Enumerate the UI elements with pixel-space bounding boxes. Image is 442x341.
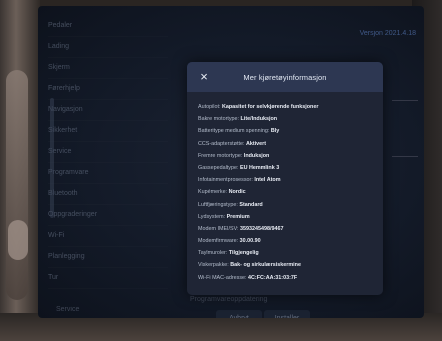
info-row-rear-motor: Bakre motortype: Lite/Induksjon <box>198 113 375 125</box>
info-row-cabin: Kupémerke: Nordic <box>198 186 375 198</box>
vehicle-info-dialog: × Mer kjøretøyinformasjon Autopilot: Kap… <box>187 62 383 295</box>
menu-item[interactable]: Førerhjelp <box>48 79 168 100</box>
info-list: Autopilot: Kapasitet for selvkjørende fu… <box>187 92 383 284</box>
info-value: Lite/Induksjon <box>240 116 278 123</box>
menu-item[interactable]: Tur <box>48 268 168 289</box>
menu-item[interactable]: Oppgraderinger <box>48 205 168 226</box>
info-key: Infotainmentprosessor: <box>198 177 253 184</box>
info-row-pedal: Gassepedaltype: EU Hemmlink 3 <box>198 162 375 174</box>
info-key: Gassepedaltype: <box>198 164 239 171</box>
info-row-wiper: Viskerpakke: Bak- og sirkulærsiskermine <box>198 259 375 271</box>
info-row-battery: Batteritype medium spenning: Bly <box>198 125 375 137</box>
info-value: Intel Atom <box>254 177 281 184</box>
info-key: CCS-adapterstøtte: <box>198 140 245 147</box>
software-version-link[interactable]: Versjon 2021.4.18 <box>360 30 416 37</box>
service-label: Service <box>56 306 80 313</box>
door-trim <box>0 0 40 341</box>
info-value: Kapasitet for selvkjørende funksjoner <box>221 104 319 110</box>
info-value: EU Hemmlink 3 <box>239 164 280 171</box>
info-key: Luftfjæringstype: <box>198 201 238 208</box>
divider <box>392 156 418 157</box>
info-key: Lydsystem: <box>198 213 226 220</box>
info-row-audio: Lydsystem: Premium <box>198 211 375 223</box>
info-row-ccs: CCS-adapterstøtte: Aktivert <box>198 138 375 150</box>
dialog-title: Mer kjøretøyinformasjon <box>243 72 327 82</box>
menu-item[interactable]: Planlegging <box>48 247 168 268</box>
menu-item[interactable]: Wi-Fi <box>48 226 168 247</box>
info-key: Modem IMEI/SV: <box>198 225 239 232</box>
info-row-suspension: Luftfjæringstype: Standard <box>198 199 375 211</box>
door-trim-panel <box>6 70 28 300</box>
menu-item[interactable]: Bluetooth <box>48 184 168 205</box>
menu-item[interactable]: Programvare <box>48 163 168 184</box>
info-row-modem-imei: Modem IMEI/SV: 3593245498/9467 <box>198 223 375 235</box>
info-value: 3593245498/9467 <box>240 225 284 232</box>
scroll-indicator <box>50 98 54 218</box>
menu-item[interactable]: Pedaler <box>48 16 168 37</box>
info-row-features: Taylmuroler: Tilgjengelig <box>198 247 375 259</box>
menu-item[interactable]: Sikkerhet <box>48 121 168 142</box>
info-row-modem-firmware: Modemfirmware: 30.00.90 <box>198 235 375 247</box>
settings-menu: Pedaler Lading Skjerm Førerhjelp Navigas… <box>48 16 168 289</box>
info-value: 4C:FC:AA:31:03:7F <box>248 274 298 281</box>
info-key: Viskerpakke: <box>198 262 229 269</box>
info-value: 30.00.90 <box>239 238 261 245</box>
info-row-processor: Infotainmentprosessor: Intel Atom <box>198 174 375 186</box>
info-row-wifi-mac: Wi-Fi MAC-adresse: 4C:FC:AA:31:03:7F <box>198 272 375 284</box>
info-row-autopilot: Autopilot: Kapasitet for selvkjørende fu… <box>198 101 375 113</box>
info-key: Taylmuroler: <box>198 250 228 257</box>
touchscreen: Pedaler Lading Skjerm Førerhjelp Navigas… <box>38 6 424 318</box>
info-value: Aktivert <box>245 140 267 147</box>
info-value: Premium <box>226 213 250 220</box>
info-value: Induksjon <box>243 152 270 159</box>
info-key: Bakre motortype: <box>198 116 240 123</box>
info-value: Standard <box>239 201 263 208</box>
software-update-label: Programvareoppdatering <box>190 296 268 303</box>
dialog-header: × Mer kjøretøyinformasjon <box>187 62 383 92</box>
door-handle <box>8 220 28 260</box>
menu-item[interactable]: Skjerm <box>48 58 168 79</box>
info-key: Fremre motortype: <box>198 152 243 159</box>
menu-item[interactable]: Service <box>48 142 168 163</box>
info-value: Nordic <box>228 189 246 196</box>
info-key: Kupémerke: <box>198 189 228 196</box>
info-key: Wi-Fi MAC-adresse: <box>198 274 247 281</box>
close-icon[interactable]: × <box>196 69 212 85</box>
menu-item[interactable]: Lading <box>48 37 168 58</box>
divider <box>392 100 418 101</box>
info-row-front-motor: Fremre motortype: Induksjon <box>198 150 375 162</box>
info-value: Bly <box>270 128 280 135</box>
info-key: Modemfirmware: <box>198 238 239 245</box>
install-button[interactable]: Installer <box>264 310 310 318</box>
info-value: Tilgjengelig <box>228 250 259 257</box>
info-value: Bak- og sirkulærsiskermine <box>230 262 301 269</box>
menu-item[interactable]: Navigasjon <box>48 100 168 121</box>
cancel-button[interactable]: Avbryt <box>216 310 262 318</box>
info-key: Autopilot: <box>198 104 221 110</box>
info-key: Batteritype medium spenning: <box>198 128 270 135</box>
